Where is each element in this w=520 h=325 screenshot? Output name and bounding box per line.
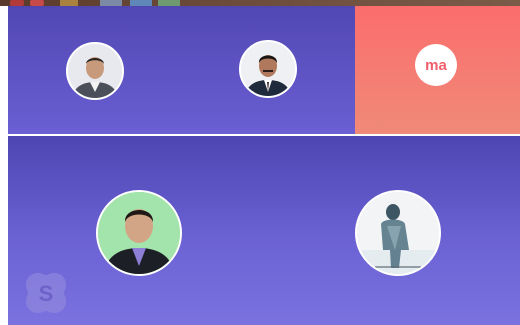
person-photo-icon bbox=[98, 192, 180, 274]
participant-tile-2[interactable] bbox=[183, 6, 355, 134]
participant-tile-1[interactable] bbox=[8, 6, 183, 134]
person-photo-icon bbox=[68, 44, 122, 98]
participant-avatar bbox=[66, 42, 124, 100]
participant-avatar bbox=[239, 40, 297, 98]
person-photo-icon bbox=[241, 42, 295, 96]
person-silhouette-photo-icon bbox=[357, 192, 439, 274]
video-call-screen: ma S bbox=[0, 0, 520, 325]
participant-initials-avatar: ma bbox=[415, 44, 457, 86]
participant-tile-3[interactable]: ma bbox=[355, 6, 520, 134]
skype-logo-icon: S bbox=[24, 271, 68, 315]
participant-avatar[interactable] bbox=[355, 190, 441, 276]
svg-text:S: S bbox=[39, 281, 54, 306]
participant-tile-row-bottom: S bbox=[8, 136, 520, 325]
participant-avatar[interactable] bbox=[96, 190, 182, 276]
